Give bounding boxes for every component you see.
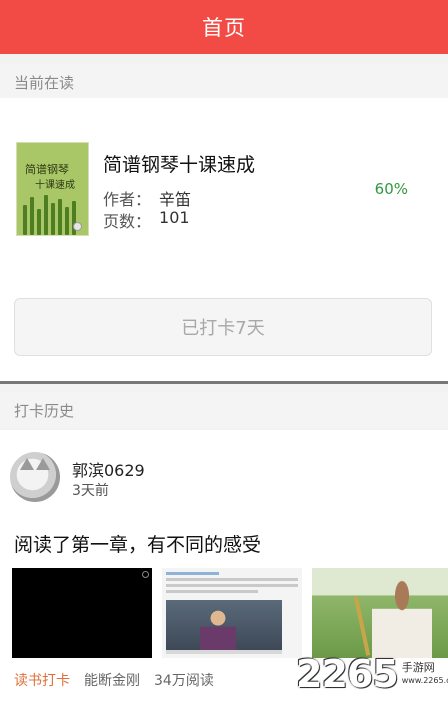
- post-image-field[interactable]: [312, 568, 448, 658]
- watermark-subtext: 手游网 www.2265.com: [402, 661, 448, 687]
- section-title-current: 当前在读: [14, 73, 75, 92]
- user-avatar[interactable]: [10, 452, 60, 502]
- section-divider: [0, 381, 448, 384]
- post-images: [12, 568, 448, 658]
- checkin-button[interactable]: 已打卡7天: [14, 298, 432, 356]
- news-video-controls: [166, 650, 282, 654]
- book-cover-image[interactable]: 简谱钢琴 十课速成: [16, 142, 89, 236]
- reading-progress-percent: 60%: [374, 180, 408, 198]
- post-content[interactable]: 阅读了第一章，有不同的感受: [14, 530, 261, 557]
- cover-title-line2: 十课速成: [35, 180, 75, 191]
- post-time: 3天前: [72, 483, 109, 499]
- tag-checkin-type[interactable]: 读书打卡: [14, 670, 70, 690]
- book-title[interactable]: 简谱钢琴十课速成: [103, 150, 255, 177]
- post-image-news[interactable]: [162, 568, 302, 658]
- author-label: 作者：: [103, 190, 152, 209]
- pages-value: 101: [159, 208, 190, 227]
- tag-read-count: 34万阅读: [154, 673, 214, 689]
- tag-book-name[interactable]: 能断金刚: [84, 670, 140, 690]
- news-photo-person: [200, 608, 236, 654]
- video-corner-icon: [142, 571, 149, 578]
- top-navigation-bar: 首页: [0, 0, 448, 54]
- author-value: 辛笛: [159, 190, 192, 209]
- post-tags: 读书打卡 能断金刚 34万阅读: [14, 670, 214, 690]
- avatar-cat-ear-right: [36, 458, 50, 470]
- book-pages-row: 页数： 101: [103, 208, 190, 232]
- current-reading-section-header: 当前在读: [0, 64, 448, 100]
- post-image-video[interactable]: [12, 568, 152, 658]
- field-photo-person: [372, 578, 432, 658]
- book-author-row: 作者： 辛笛: [103, 186, 191, 210]
- site-watermark-logo: 2265 手游网 www.2265.com: [296, 652, 448, 696]
- checkin-button-label: 已打卡7天: [181, 318, 265, 339]
- avatar-cat-ear-left: [20, 458, 34, 470]
- watermark-text-top: 手游网: [401, 661, 435, 674]
- pages-label: 页数：: [103, 212, 152, 231]
- history-section-header: 打卡历史: [0, 392, 448, 428]
- watermark-number: 2265: [296, 652, 399, 696]
- page-title: 首页: [202, 16, 246, 40]
- watermark-text-bottom: www.2265.com: [401, 676, 448, 685]
- cover-cd-icon: [73, 222, 82, 231]
- cover-title-line1: 简谱钢琴: [25, 163, 69, 176]
- post-username[interactable]: 郭滨0629: [72, 457, 145, 481]
- field-rice-stalk: [353, 596, 371, 656]
- current-reading-card[interactable]: 简谱钢琴 十课速成 简谱钢琴十课速成 作者： 辛笛 页数： 101 60% 已打…: [0, 98, 448, 381]
- section-title-history: 打卡历史: [14, 401, 75, 420]
- news-text-lines: [166, 572, 298, 596]
